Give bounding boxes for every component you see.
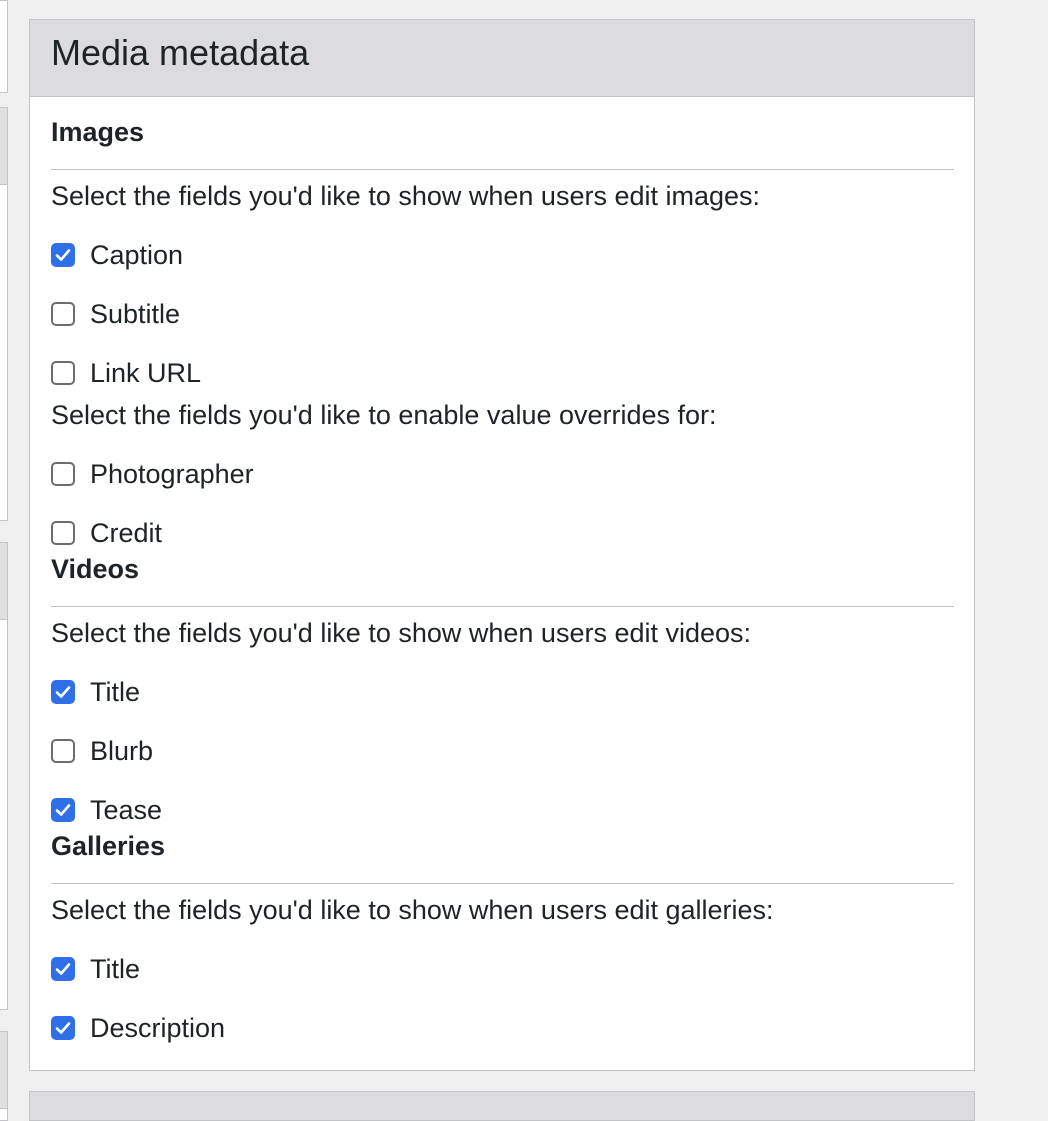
option-images-photographer[interactable]: Photographer (51, 457, 254, 491)
checkmark-icon (55, 686, 71, 698)
galleries-show-prompt: Select the fields you'd like to show whe… (51, 895, 774, 925)
adjacent-panel-edge-3 (0, 1031, 8, 1121)
galleries-divider (51, 883, 954, 884)
panel-header: Media metadata (30, 20, 974, 97)
checkbox[interactable] (51, 462, 75, 486)
checkbox-label: Photographer (90, 459, 254, 489)
next-panel-header (29, 1091, 975, 1121)
galleries-heading: Galleries (51, 831, 166, 861)
checkbox-label: Title (90, 954, 141, 984)
adjacent-panel-edge-1 (0, 107, 8, 521)
checkbox[interactable] (51, 957, 75, 981)
checkbox[interactable] (51, 1016, 75, 1040)
images-heading: Images (51, 117, 145, 147)
checkbox-label: Description (90, 1013, 226, 1043)
checkbox-label: Tease (90, 795, 163, 825)
option-images-credit[interactable]: Credit (51, 516, 162, 550)
checkbox[interactable] (51, 521, 75, 545)
option-galleries-description[interactable]: Description (51, 1011, 225, 1045)
option-galleries-title[interactable]: Title (51, 952, 140, 986)
option-videos-title[interactable]: Title (51, 675, 140, 709)
checkmark-icon (55, 804, 71, 816)
images-show-prompt: Select the fields you'd like to show whe… (51, 181, 761, 211)
panel-title: Media metadata (51, 32, 310, 73)
checkbox[interactable] (51, 739, 75, 763)
checkbox[interactable] (51, 243, 75, 267)
videos-heading: Videos (51, 554, 140, 584)
checkbox[interactable] (51, 680, 75, 704)
adjacent-panel-edge-2 (0, 542, 8, 1010)
images-divider (51, 169, 954, 170)
videos-divider (51, 606, 954, 607)
option-images-link-url[interactable]: Link URL (51, 356, 201, 390)
option-videos-blurb[interactable]: Blurb (51, 734, 153, 768)
option-videos-tease[interactable]: Tease (51, 793, 162, 827)
checkbox[interactable] (51, 302, 75, 326)
checkbox-label: Credit (90, 518, 163, 548)
checkmark-icon (55, 963, 71, 975)
checkbox[interactable] (51, 361, 75, 385)
videos-show-prompt: Select the fields you'd like to show whe… (51, 618, 752, 648)
checkmark-icon (55, 1022, 71, 1034)
checkmark-icon (55, 249, 71, 261)
checkbox[interactable] (51, 798, 75, 822)
checkbox-label: Link URL (90, 358, 202, 388)
checkbox-label: Subtitle (90, 299, 181, 329)
option-images-subtitle[interactable]: Subtitle (51, 297, 180, 331)
option-images-caption[interactable]: Caption (51, 238, 183, 272)
media-metadata-panel: Media metadata Images Select the fields … (29, 19, 975, 1071)
checkbox-label: Blurb (90, 736, 154, 766)
checkbox-label: Title (90, 677, 141, 707)
adjacent-panel-edge-top (0, 0, 8, 93)
images-override-prompt: Select the fields you'd like to enable v… (51, 400, 717, 430)
checkbox-label: Caption (90, 240, 184, 270)
